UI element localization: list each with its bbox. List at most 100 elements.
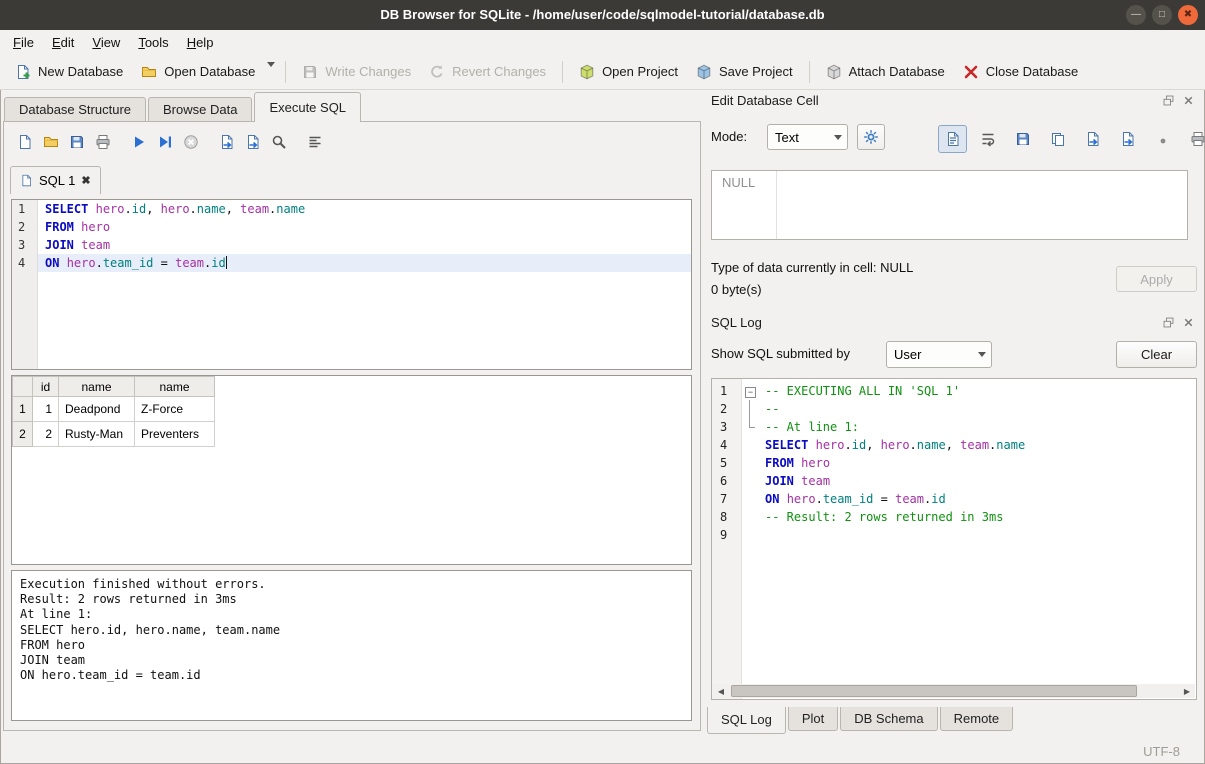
float-icon[interactable]	[1162, 316, 1175, 329]
submitted-by-select[interactable]: User	[886, 341, 992, 368]
log-line[interactable]: -- EXECUTING ALL IN 'SQL 1'	[758, 382, 1196, 400]
row-header[interactable]: 2	[13, 422, 33, 447]
row-header[interactable]: 1	[13, 397, 33, 422]
tab-execute-sql[interactable]: Execute SQL	[254, 92, 361, 122]
auto-mode-button[interactable]	[857, 124, 885, 150]
mode-select[interactable]: Text	[767, 124, 848, 150]
new-sql-tab-button[interactable]	[12, 129, 38, 155]
log-line[interactable]: --	[758, 400, 1196, 418]
close-database-icon	[963, 64, 979, 80]
table-cell[interactable]: 1	[33, 397, 59, 422]
execute-all-button[interactable]	[126, 129, 152, 155]
cell-value: NULL	[722, 175, 755, 190]
column-header[interactable]: id	[33, 377, 59, 397]
sql-log-view[interactable]: 123456789 − -- EXECUTING ALL IN 'SQL 1'-…	[711, 378, 1197, 700]
log-line[interactable]: FROM hero	[758, 454, 1196, 472]
cell-editor[interactable]: NULL	[711, 170, 1188, 240]
close-button[interactable]: ✖	[1178, 5, 1198, 25]
table-row[interactable]: 11DeadpondZ-Force	[13, 397, 215, 422]
export-cell-button[interactable]	[1113, 125, 1142, 153]
editor-line[interactable]: FROM hero	[38, 218, 691, 236]
execution-output[interactable]: Execution finished without errors. Resul…	[11, 570, 692, 721]
export-results-button[interactable]	[240, 129, 266, 155]
open-database-dropdown[interactable]	[264, 61, 278, 83]
new-database-button[interactable]: New Database	[6, 58, 132, 86]
execute-line-button[interactable]	[152, 129, 178, 155]
text-mode-button[interactable]	[938, 125, 967, 153]
table-cell[interactable]: 2	[33, 422, 59, 447]
open-project-button[interactable]: Open Project	[570, 58, 687, 86]
format-sql-button[interactable]	[302, 129, 328, 155]
open-sql-file-button[interactable]	[38, 129, 64, 155]
log-line[interactable]: -- Result: 2 rows returned in 3ms	[758, 508, 1196, 526]
scroll-right-icon[interactable]: ▶	[1179, 687, 1195, 696]
save-project-button[interactable]: Save Project	[687, 58, 802, 86]
tab-database-structure[interactable]: Database Structure	[4, 97, 146, 122]
float-icon[interactable]	[1162, 94, 1175, 107]
log-line[interactable]: SELECT hero.id, hero.name, team.name	[758, 436, 1196, 454]
table-cell[interactable]: Z-Force	[135, 397, 215, 422]
gear-icon	[863, 129, 879, 145]
tab-plot[interactable]: Plot	[788, 707, 838, 731]
scroll-left-icon[interactable]: ◀	[713, 687, 729, 696]
save-results-button[interactable]	[214, 129, 240, 155]
save-cell-button[interactable]	[1008, 125, 1037, 153]
log-line[interactable]: JOIN team	[758, 472, 1196, 490]
close-icon: ✖	[1184, 9, 1192, 20]
table-cell[interactable]: Rusty-Man	[59, 422, 135, 447]
log-content[interactable]: -- EXECUTING ALL IN 'SQL 1'---- At line …	[758, 379, 1196, 683]
table-row[interactable]: 22Rusty-ManPreventers	[13, 422, 215, 447]
editor-line[interactable]: JOIN team	[38, 236, 691, 254]
close-database-button[interactable]: Close Database	[954, 58, 1088, 86]
tab-remote[interactable]: Remote	[940, 707, 1014, 731]
open-database-button[interactable]: Open Database	[132, 58, 264, 86]
log-line[interactable]	[758, 526, 1196, 544]
table-cell[interactable]: Deadpond	[59, 397, 135, 422]
collapse-icon[interactable]: −	[745, 387, 756, 398]
find-replace-button[interactable]	[266, 129, 292, 155]
close-tab-icon[interactable]: ✖	[81, 174, 90, 187]
results-grid[interactable]: idnamename 11DeadpondZ-Force22Rusty-ManP…	[11, 375, 692, 565]
column-header[interactable]: name	[59, 377, 135, 397]
import-cell-button[interactable]	[1078, 125, 1107, 153]
log-horizontal-scrollbar[interactable]: ◀ ▶	[713, 684, 1195, 698]
scrollbar-thumb[interactable]	[731, 685, 1137, 697]
log-line[interactable]: -- At line 1:	[758, 418, 1196, 436]
tab-browse-data[interactable]: Browse Data	[148, 97, 252, 122]
minimize-button[interactable]: —	[1126, 5, 1146, 25]
column-header[interactable]: name	[135, 377, 215, 397]
word-wrap-button[interactable]	[973, 125, 1002, 153]
menu-file[interactable]: File	[4, 32, 43, 53]
results-header-row[interactable]: idnamename	[13, 377, 215, 397]
clear-log-button[interactable]: Clear	[1116, 341, 1197, 368]
menu-tools[interactable]: Tools	[129, 32, 177, 53]
table-cell[interactable]: Preventers	[135, 422, 215, 447]
copy-cell-button[interactable]	[1043, 125, 1072, 153]
dock-close-icon[interactable]	[1182, 94, 1195, 107]
find-icon	[271, 134, 287, 150]
import-icon	[1085, 131, 1101, 147]
tab-sql-log[interactable]: SQL Log	[707, 707, 786, 734]
print-sql-button[interactable]	[90, 129, 116, 155]
menu-help[interactable]: Help	[178, 32, 223, 53]
set-null-button[interactable]	[1148, 125, 1177, 153]
menu-edit[interactable]: Edit	[43, 32, 83, 53]
log-line[interactable]: ON hero.team_id = team.id	[758, 490, 1196, 508]
sql-document-tab[interactable]: SQL 1 ✖	[10, 166, 101, 194]
print-cell-button[interactable]	[1183, 125, 1205, 153]
set-null-icon	[1155, 131, 1171, 147]
menu-bar: File Edit View Tools Help	[0, 30, 1205, 54]
attach-database-button[interactable]: Attach Database	[817, 58, 954, 86]
dock-close-icon[interactable]	[1182, 316, 1195, 329]
save-sql-file-button[interactable]	[64, 129, 90, 155]
maximize-button[interactable]: □	[1152, 5, 1172, 25]
editor-content[interactable]: SELECT hero.id, hero.name, team.nameFROM…	[38, 200, 691, 369]
line-number: 6	[712, 472, 741, 490]
sql-editor[interactable]: 1234 SELECT hero.id, hero.name, team.nam…	[11, 199, 692, 370]
toolbar-separator	[562, 61, 563, 83]
editor-line[interactable]: SELECT hero.id, hero.name, team.name	[38, 200, 691, 218]
menu-view[interactable]: View	[83, 32, 129, 53]
corner-header[interactable]	[13, 377, 33, 397]
tab-db-schema[interactable]: DB Schema	[840, 707, 937, 731]
editor-line[interactable]: ON hero.team_id = team.id	[38, 254, 691, 272]
